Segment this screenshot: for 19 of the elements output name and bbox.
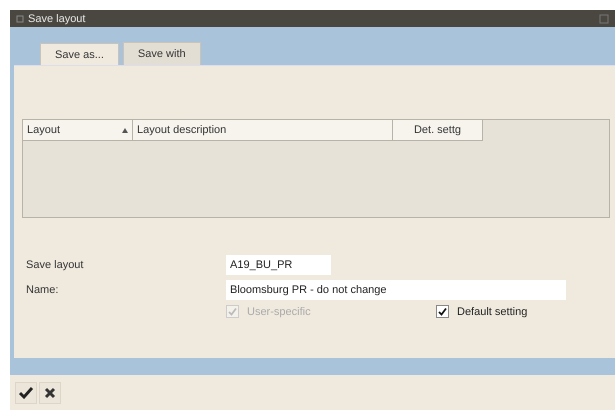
input-field[interactable]: Bloomsburg PR - do not change <box>226 280 566 300</box>
confirm-button[interactable] <box>15 382 37 404</box>
check-icon <box>228 307 237 316</box>
column-header[interactable]: Det. settg <box>393 120 483 141</box>
field-label: Name: <box>26 284 60 296</box>
window-title: Save layout <box>28 12 86 24</box>
field-label: Save layout <box>26 259 84 271</box>
check-icon <box>19 386 33 400</box>
check-icon <box>438 307 447 316</box>
cancel-button[interactable] <box>39 382 61 404</box>
column-header[interactable]: Layout <box>23 120 133 141</box>
window-icon <box>16 14 24 22</box>
checkbox[interactable]: Default setting <box>436 305 615 318</box>
close-icon <box>44 386 56 398</box>
tab[interactable]: Save with <box>122 42 201 65</box>
tab[interactable]: Save as... <box>40 43 119 66</box>
column-header[interactable]: Layout description <box>133 120 393 141</box>
sort-icon <box>122 128 128 132</box>
input-field[interactable]: A19_BU_PR <box>226 255 331 275</box>
